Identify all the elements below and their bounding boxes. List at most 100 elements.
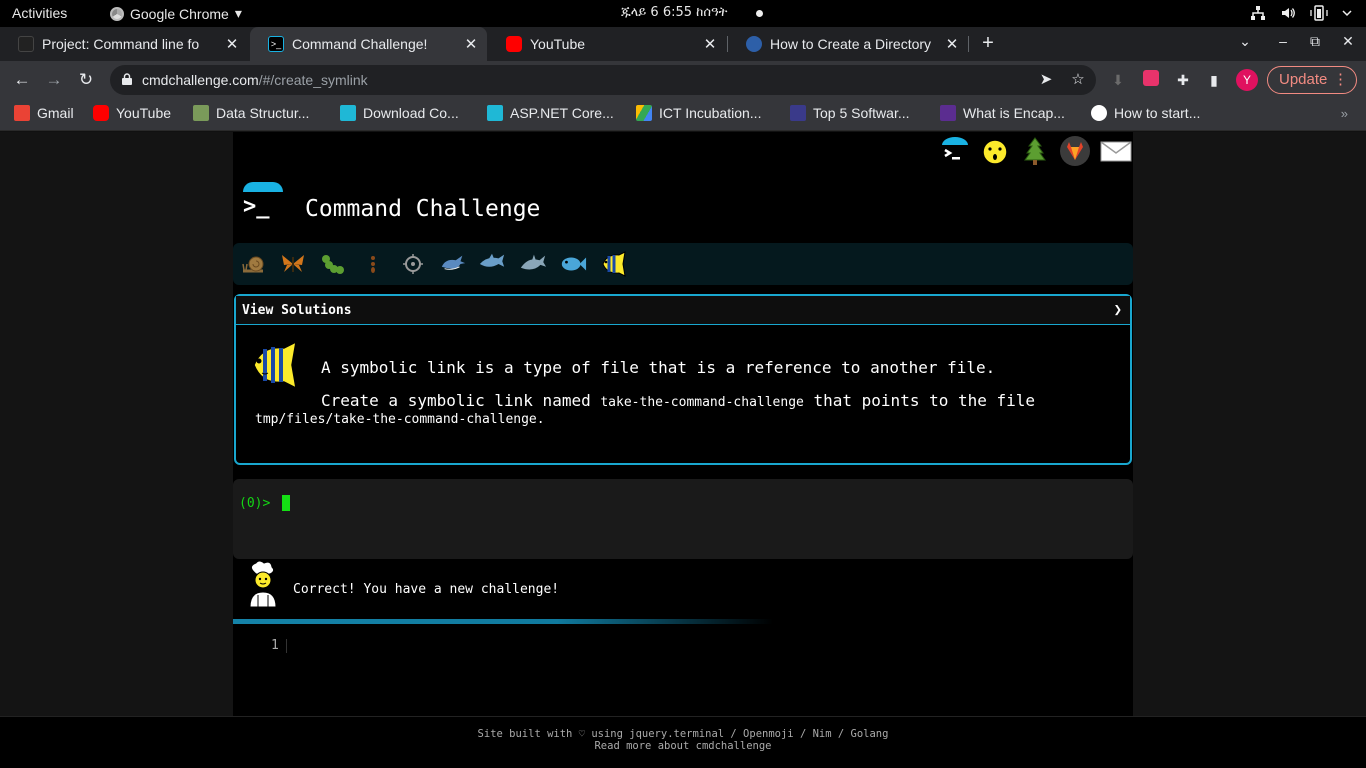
email-icon[interactable] bbox=[1099, 135, 1132, 167]
page-viewport: >_ Command Challenge View Solutions ❯ A … bbox=[0, 132, 1366, 716]
hushed-face-icon[interactable] bbox=[979, 135, 1011, 167]
back-icon[interactable]: ← bbox=[11, 69, 33, 91]
bookmarks-overflow-icon[interactable]: » bbox=[1341, 106, 1348, 121]
tab-title: Command Challenge! bbox=[292, 36, 428, 52]
terminal-prompt: (0)> bbox=[239, 496, 271, 511]
minimize-icon[interactable]: – bbox=[1272, 33, 1294, 49]
avatar[interactable]: Y bbox=[1236, 69, 1258, 91]
youtube-icon bbox=[506, 36, 522, 52]
footer-credits[interactable]: Site built with ♡ using jquery.terminal … bbox=[0, 728, 1366, 740]
top5-icon bbox=[790, 105, 806, 121]
data-structures-icon bbox=[193, 105, 209, 121]
bookmark-gmail[interactable]: Gmail bbox=[14, 105, 74, 121]
tropical-fish-icon[interactable] bbox=[599, 251, 627, 277]
gitlab-icon[interactable] bbox=[1059, 135, 1091, 167]
chrome-icon bbox=[110, 6, 124, 21]
close-icon[interactable]: ✕ bbox=[222, 35, 242, 53]
bookmark-ict-incubation[interactable]: ICT Incubation... bbox=[636, 105, 761, 121]
recording-indicator-icon bbox=[756, 10, 763, 17]
tab-youtube[interactable]: YouTube ✕ bbox=[488, 27, 726, 61]
terminal-logo-icon[interactable] bbox=[939, 135, 971, 167]
sumo-icon bbox=[940, 105, 956, 121]
ant-icon[interactable] bbox=[359, 251, 387, 277]
close-icon[interactable]: ✕ bbox=[700, 35, 720, 53]
side-panel-icon[interactable]: ▮ bbox=[1204, 70, 1224, 90]
google-drive-icon bbox=[636, 105, 652, 121]
globe-icon bbox=[1091, 105, 1107, 121]
footer-read-more-link[interactable]: Read more about cmdchallenge bbox=[0, 740, 1366, 752]
view-solutions-header[interactable]: View Solutions ❯ bbox=[236, 296, 1130, 325]
logo-cap bbox=[243, 182, 283, 192]
download-icon[interactable]: ⬇ bbox=[1108, 70, 1128, 90]
site-footer: Site built with ♡ using jquery.terminal … bbox=[0, 716, 1366, 768]
editor-cursor[interactable] bbox=[286, 639, 287, 653]
butterfly-icon[interactable] bbox=[279, 251, 307, 277]
system-tray[interactable] bbox=[1250, 5, 1352, 21]
menu-dots-icon[interactable]: ⋮ bbox=[1333, 67, 1348, 93]
app-menu[interactable]: Google Chrome ▾ bbox=[110, 5, 242, 22]
tab-command-challenge[interactable]: >_ Command Challenge! ✕ bbox=[250, 27, 487, 61]
bookmark-data-structures[interactable]: Data Structur... bbox=[193, 105, 309, 121]
youtube-icon bbox=[93, 105, 109, 121]
new-tab-button[interactable]: + bbox=[977, 32, 999, 54]
snail-icon[interactable] bbox=[240, 251, 268, 277]
bookmark-youtube[interactable]: YouTube bbox=[93, 105, 171, 121]
tab-separator bbox=[968, 36, 969, 52]
app-menu-label: Google Chrome bbox=[130, 5, 229, 22]
chevron-down-icon: ▾ bbox=[234, 5, 242, 21]
update-button[interactable]: Update ⋮ bbox=[1267, 66, 1357, 94]
tab-strip: Project: Command line fo ✕ >_ Command Ch… bbox=[0, 27, 1366, 61]
editor-line-number: 1 bbox=[271, 638, 279, 653]
bookmark-aspnet-core[interactable]: ASP.NET Core... bbox=[487, 105, 614, 121]
site-logo[interactable]: >_ bbox=[241, 182, 283, 224]
close-icon[interactable]: ✕ bbox=[942, 35, 962, 53]
url-text[interactable]: cmdchallenge.com/#/create_symlink bbox=[142, 72, 368, 88]
close-icon[interactable]: ✕ bbox=[461, 35, 481, 53]
dolphin-icon[interactable] bbox=[519, 251, 547, 277]
cmdchallenge-favicon-icon: >_ bbox=[268, 36, 284, 52]
volume-icon bbox=[1282, 8, 1295, 18]
window-close-icon[interactable]: ✕ bbox=[1337, 33, 1359, 50]
challenge-description: A symbolic link is a type of file that i… bbox=[321, 358, 996, 377]
update-label: Update bbox=[1279, 71, 1328, 88]
bookmark-download-co[interactable]: Download Co... bbox=[340, 105, 459, 121]
bookmark-star-icon[interactable]: ☆ bbox=[1068, 70, 1088, 90]
chef-icon bbox=[249, 560, 277, 608]
reload-icon[interactable]: ↻ bbox=[75, 69, 97, 91]
tree-icon[interactable] bbox=[1019, 135, 1051, 167]
lock-icon[interactable] bbox=[122, 73, 132, 85]
challenge-instruction: Create a symbolic link named take-the-co… bbox=[321, 391, 1036, 410]
address-bar[interactable]: cmdchallenge.com/#/create_symlink ➤ ☆ bbox=[110, 65, 1096, 95]
network-icon bbox=[1251, 6, 1265, 20]
fish-icon[interactable] bbox=[559, 251, 587, 277]
system-top-bar: Activities Google Chrome ▾ ጁላይ 6 6:55 ከሰ… bbox=[0, 0, 1366, 27]
aspnet-icon bbox=[487, 105, 503, 121]
bookmark-how-to-start[interactable]: How to start... bbox=[1091, 105, 1200, 121]
success-message: Correct! You have a new challenge! bbox=[293, 582, 560, 597]
activities-button[interactable]: Activities bbox=[12, 5, 67, 21]
send-icon[interactable]: ➤ bbox=[1036, 70, 1056, 90]
shark-icon[interactable] bbox=[478, 251, 506, 277]
bookmark-top-5-software[interactable]: Top 5 Softwar... bbox=[790, 105, 910, 121]
terminal-cursor[interactable] bbox=[282, 495, 290, 511]
caterpillar-icon[interactable] bbox=[319, 251, 347, 277]
microbe-icon[interactable] bbox=[399, 251, 427, 277]
extension-pocket-icon[interactable] bbox=[1141, 70, 1161, 90]
whale-icon[interactable] bbox=[439, 251, 467, 277]
clock[interactable]: ጁላይ 6 6:55 ከሰዓት bbox=[621, 5, 727, 20]
header-icon-links bbox=[939, 135, 1132, 167]
globe-icon bbox=[746, 36, 762, 52]
download-site-icon bbox=[340, 105, 356, 121]
terminal-input[interactable]: (0)> bbox=[233, 479, 1133, 559]
level-selector bbox=[233, 243, 1133, 285]
bookmark-what-is-encap[interactable]: What is Encap... bbox=[940, 105, 1065, 121]
forward-icon[interactable]: → bbox=[43, 69, 65, 91]
tab-project-command-line[interactable]: Project: Command line fo ✕ bbox=[0, 27, 248, 61]
maximize-icon[interactable]: ⧉ bbox=[1304, 33, 1326, 50]
challenge-target-path: tmp/files/take-the-command-challenge. bbox=[255, 412, 545, 427]
tab-search-icon[interactable]: ⌄ bbox=[1234, 33, 1256, 50]
chevron-right-icon[interactable]: ❯ bbox=[1114, 302, 1122, 318]
browser-toolbar: ← → ↻ cmdchallenge.com/#/create_symlink … bbox=[0, 61, 1366, 99]
extensions-puzzle-icon[interactable]: ✚ bbox=[1173, 70, 1193, 90]
tab-how-to-create-directory[interactable]: How to Create a Directory ✕ bbox=[728, 27, 968, 61]
